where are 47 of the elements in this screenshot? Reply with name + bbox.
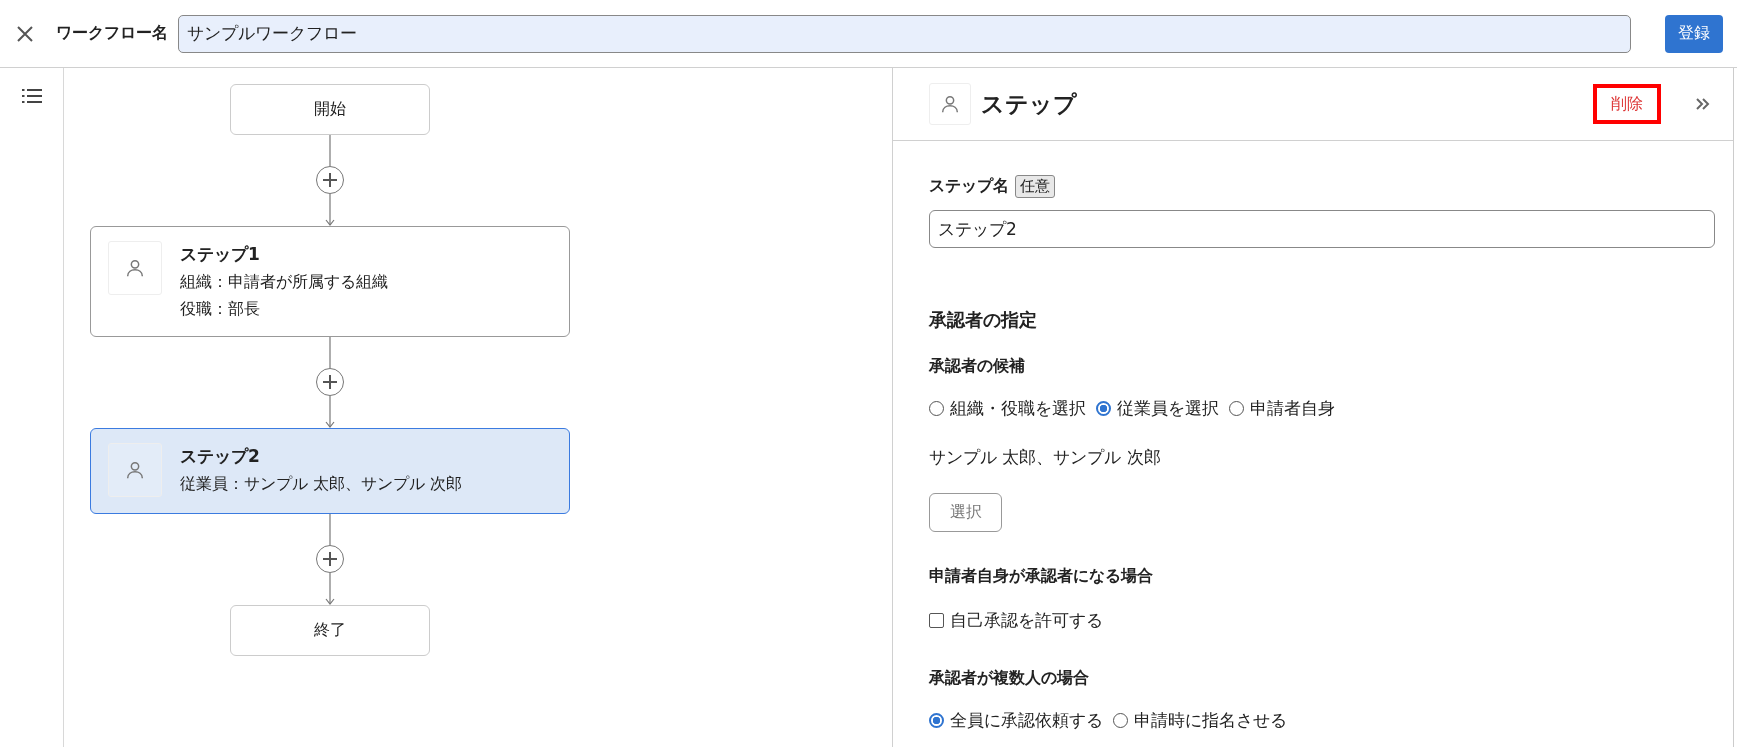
radio-option[interactable]: 申請者自身 [1229, 397, 1335, 420]
step-detail: 従業員：サンプル 太郎、サンプル 次郎 [180, 474, 463, 495]
workflow-name-input[interactable]: サンプルワークフロー [178, 14, 1631, 53]
plus-icon [322, 172, 338, 188]
plus-icon [322, 374, 338, 390]
connector-line [329, 337, 331, 368]
section-title: 承認者の指定 [929, 308, 1037, 332]
step-title: ステップ2 [180, 445, 261, 468]
connector-arrow [325, 573, 335, 605]
radio-option[interactable]: 全員に承認依頼する [929, 709, 1103, 732]
radio-option[interactable]: 組織・役職を選択 [929, 397, 1086, 420]
field-label: 承認者の候補 [929, 356, 1025, 377]
step-name-input[interactable]: ステップ2 [929, 210, 1715, 248]
connector-arrow [325, 396, 335, 428]
selected-employees: サンプル 太郎、サンプル 次郎 [929, 446, 1161, 469]
plus-icon [322, 551, 338, 567]
radio-option[interactable]: 従業員を選択 [1096, 397, 1219, 420]
checkbox-option[interactable]: 自己承認を許可する [929, 609, 1103, 632]
add-step-button[interactable] [316, 368, 344, 396]
collapse-icon[interactable] [1695, 96, 1711, 112]
step-title: ステップ1 [180, 243, 261, 266]
terminal-node[interactable]: 終了 [230, 605, 430, 656]
delete-button[interactable]: 削除 [1593, 84, 1661, 124]
field-label: ステップ名 [929, 176, 1009, 197]
register-button[interactable]: 登録 [1665, 14, 1723, 53]
connector-line [329, 135, 331, 166]
close-icon[interactable] [16, 24, 34, 43]
step-detail: 役職：部長 [180, 299, 261, 320]
workflow-name-label: ワークフロー名 [56, 23, 168, 44]
add-step-button[interactable] [316, 166, 344, 194]
field-label: 申請者自身が承認者になる場合 [929, 566, 1153, 587]
add-step-button[interactable] [316, 545, 344, 573]
person-icon [108, 241, 162, 295]
optional-badge: 任意 [1015, 175, 1055, 198]
step-node[interactable]: ステップ1 組織：申請者が所属する組織 役職：部長 [90, 226, 570, 337]
connector-arrow [325, 194, 335, 226]
connector-line [329, 514, 331, 545]
select-button[interactable]: 選択 [929, 493, 1002, 532]
terminal-node[interactable]: 開始 [230, 84, 430, 135]
person-icon [108, 443, 162, 497]
step-detail: 組織：申請者が所属する組織 [180, 272, 388, 293]
field-label: 承認者が複数人の場合 [929, 668, 1089, 689]
panel-title: ステップ [981, 89, 1078, 119]
person-icon [929, 83, 971, 125]
step-node[interactable]: ステップ2 従業員：サンプル 太郎、サンプル 次郎 [90, 428, 570, 514]
list-icon[interactable] [21, 88, 42, 104]
radio-option[interactable]: 申請時に指名させる [1113, 709, 1287, 732]
